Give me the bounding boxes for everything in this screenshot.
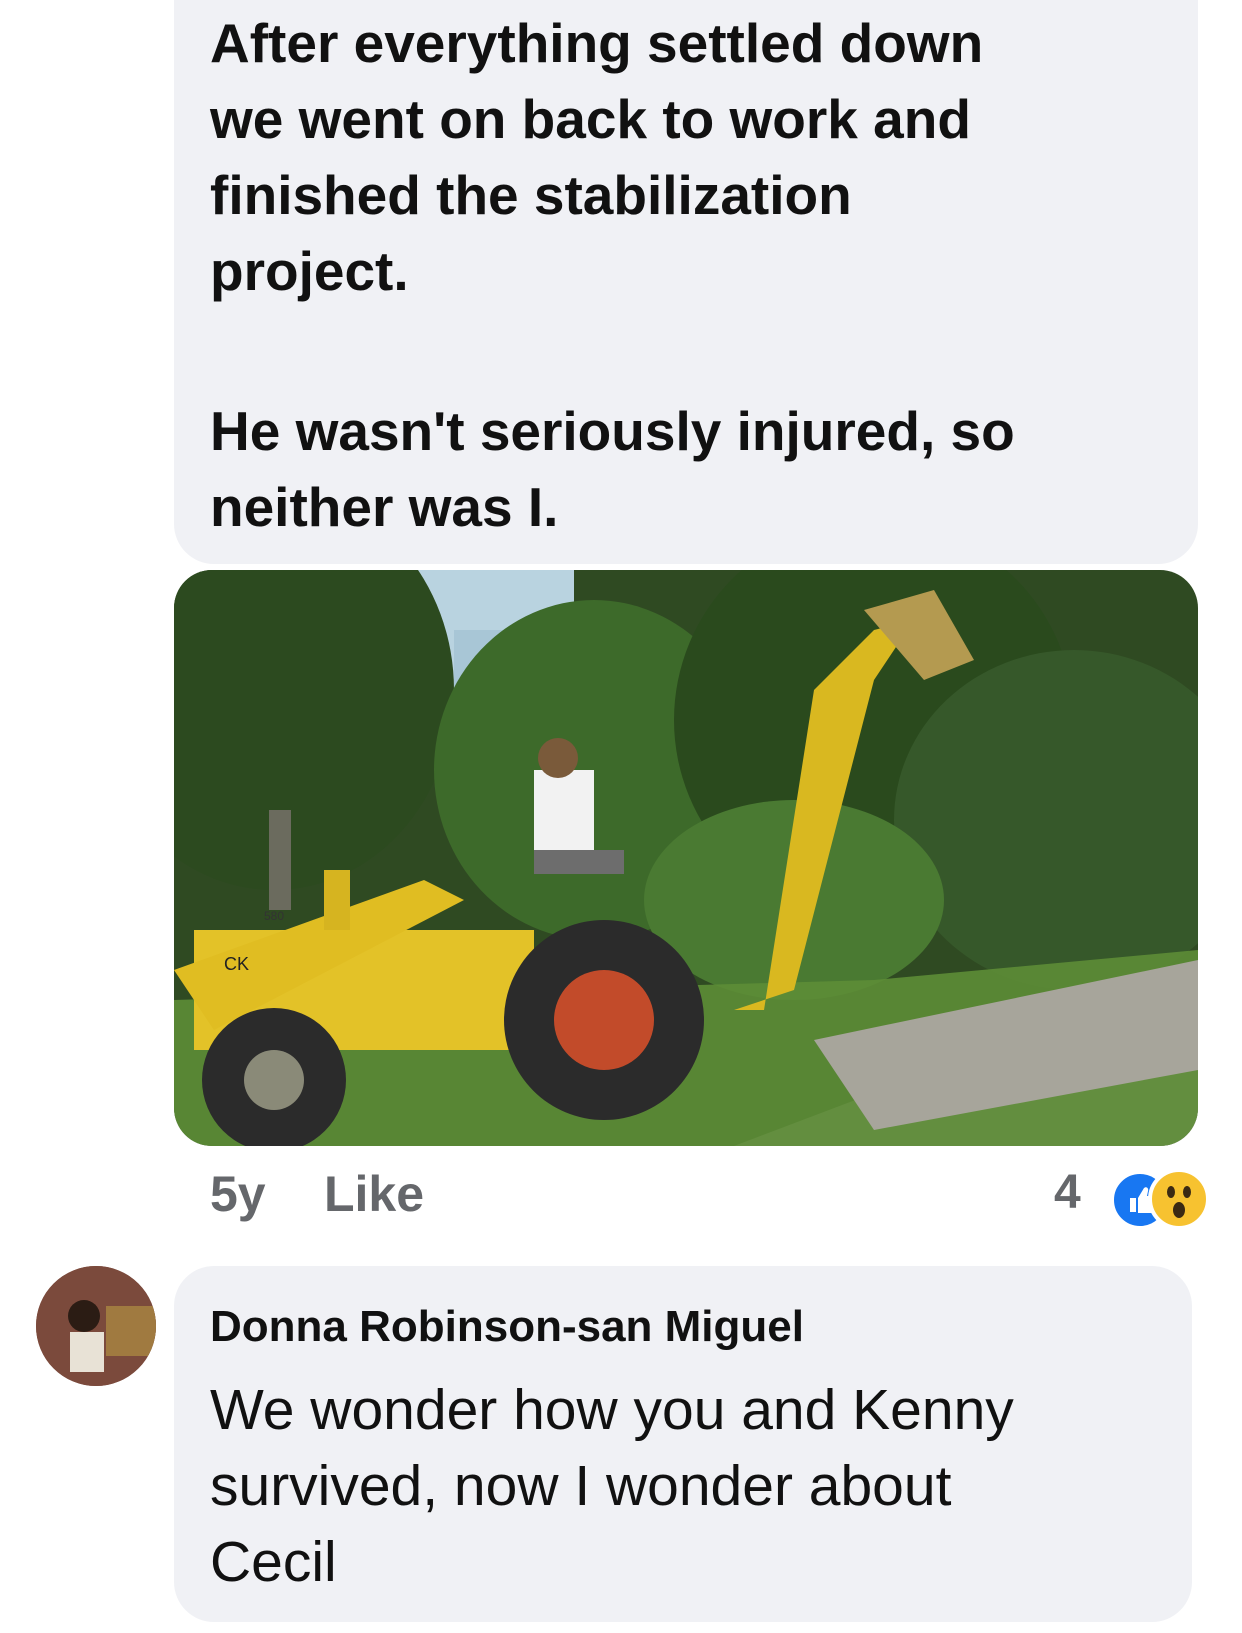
model-plate-text: 580 xyxy=(264,909,284,923)
loader-badge-text: CK xyxy=(224,954,249,974)
reply-author-name[interactable]: Donna Robinson-san Miguel xyxy=(210,1302,804,1352)
wow-reaction-icon[interactable] xyxy=(1148,1168,1210,1230)
comment-text-paragraph-1: After everything settled down we went on… xyxy=(210,12,984,302)
comment-text-paragraph-2: He wasn't seriously injured, so neither … xyxy=(210,400,1015,538)
comment-photo[interactable]: CK 580 xyxy=(174,570,1198,1146)
comment-bubble: After everything settled down we went on… xyxy=(174,0,1198,564)
reply-bubble: Donna Robinson-san Miguel We wonder how … xyxy=(174,1266,1192,1622)
backhoe-photo: CK 580 xyxy=(174,570,1198,1146)
comment-timestamp: 5y xyxy=(210,1166,266,1222)
avatar[interactable] xyxy=(36,1266,156,1386)
reply-text: We wonder how you and Kenny survived, no… xyxy=(210,1378,1014,1594)
like-button[interactable]: Like xyxy=(324,1165,424,1223)
reaction-count[interactable]: 4 xyxy=(1054,1165,1081,1220)
